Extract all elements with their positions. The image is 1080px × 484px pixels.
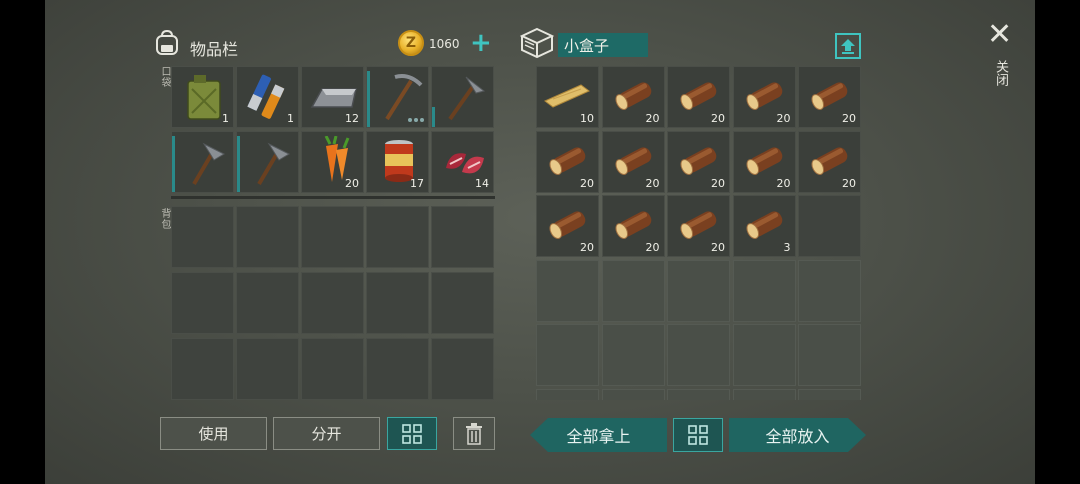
container-slot[interactable]: 20 — [536, 195, 599, 257]
container-sort-button[interactable] — [673, 418, 723, 452]
trash-icon — [466, 422, 482, 445]
container-slot[interactable]: 20 — [601, 130, 665, 193]
item-quantity: 20 — [645, 112, 660, 125]
container-slot[interactable]: 20 — [601, 66, 665, 128]
container-slot[interactable]: 20 — [667, 66, 730, 128]
sort-button[interactable] — [387, 417, 437, 450]
container-slot[interactable] — [732, 388, 796, 400]
container-slot[interactable] — [798, 195, 861, 257]
container-slot[interactable] — [667, 259, 730, 322]
inventory-screen: 物品栏 Z 1060 + 口袋 背包 1 1 12 20 17 14 使用 分开… — [45, 0, 1035, 484]
item-quantity: 20 — [711, 112, 725, 125]
container-slot[interactable]: 20 — [732, 66, 796, 128]
use-button[interactable]: 使用 — [160, 417, 267, 450]
item-quantity: 10 — [580, 112, 594, 125]
container-slot[interactable] — [601, 388, 665, 400]
container-slot[interactable]: 10 — [536, 66, 599, 128]
container-grid: 10 20 20 20 20 20 20 20 20 20 20 20 20 3 — [45, 0, 1035, 400]
container-slot[interactable]: 20 — [732, 130, 796, 193]
item-quantity: 20 — [645, 241, 660, 254]
container-slot[interactable] — [536, 259, 599, 322]
container-slot[interactable] — [601, 259, 665, 322]
container-slot[interactable]: 20 — [667, 195, 730, 257]
container-slot[interactable] — [601, 324, 665, 386]
container-slot[interactable] — [536, 324, 599, 386]
container-slot[interactable] — [732, 259, 796, 322]
container-slot[interactable] — [798, 388, 861, 400]
put-all-button[interactable]: 全部放入 — [729, 418, 866, 452]
container-slot[interactable] — [798, 324, 861, 386]
item-quantity: 20 — [580, 176, 594, 190]
item-quantity: 20 — [776, 112, 791, 125]
container-slot[interactable]: 3 — [732, 195, 796, 257]
container-slot[interactable] — [732, 324, 796, 386]
grid-sort-icon — [688, 425, 708, 445]
item-quantity: 20 — [711, 176, 725, 190]
container-slot[interactable] — [667, 388, 730, 400]
item-quantity: 20 — [842, 112, 856, 125]
log-icon — [743, 204, 789, 248]
container-slot[interactable]: 20 — [798, 66, 861, 128]
item-quantity: 20 — [842, 176, 856, 190]
item-quantity: 3 — [783, 241, 791, 254]
item-quantity: 20 — [580, 241, 594, 254]
container-slot[interactable]: 20 — [798, 130, 861, 193]
take-all-button[interactable]: 全部拿上 — [530, 418, 667, 452]
container-slot[interactable]: 20 — [667, 130, 730, 193]
item-quantity: 20 — [711, 241, 725, 254]
trash-button[interactable] — [453, 417, 495, 450]
item-quantity: 20 — [776, 176, 791, 190]
grid-sort-icon — [402, 423, 422, 444]
close-label[interactable]: 关闭 — [991, 60, 1010, 86]
container-slot[interactable] — [667, 324, 730, 386]
container-slot[interactable]: 20 — [601, 195, 665, 257]
container-slot[interactable] — [536, 388, 599, 400]
plank-icon — [543, 81, 591, 115]
close-icon[interactable]: ✕ — [987, 20, 1012, 50]
container-slot[interactable] — [798, 259, 861, 322]
item-quantity: 20 — [645, 176, 660, 190]
container-slot[interactable]: 20 — [536, 130, 599, 193]
split-button[interactable]: 分开 — [273, 417, 380, 450]
